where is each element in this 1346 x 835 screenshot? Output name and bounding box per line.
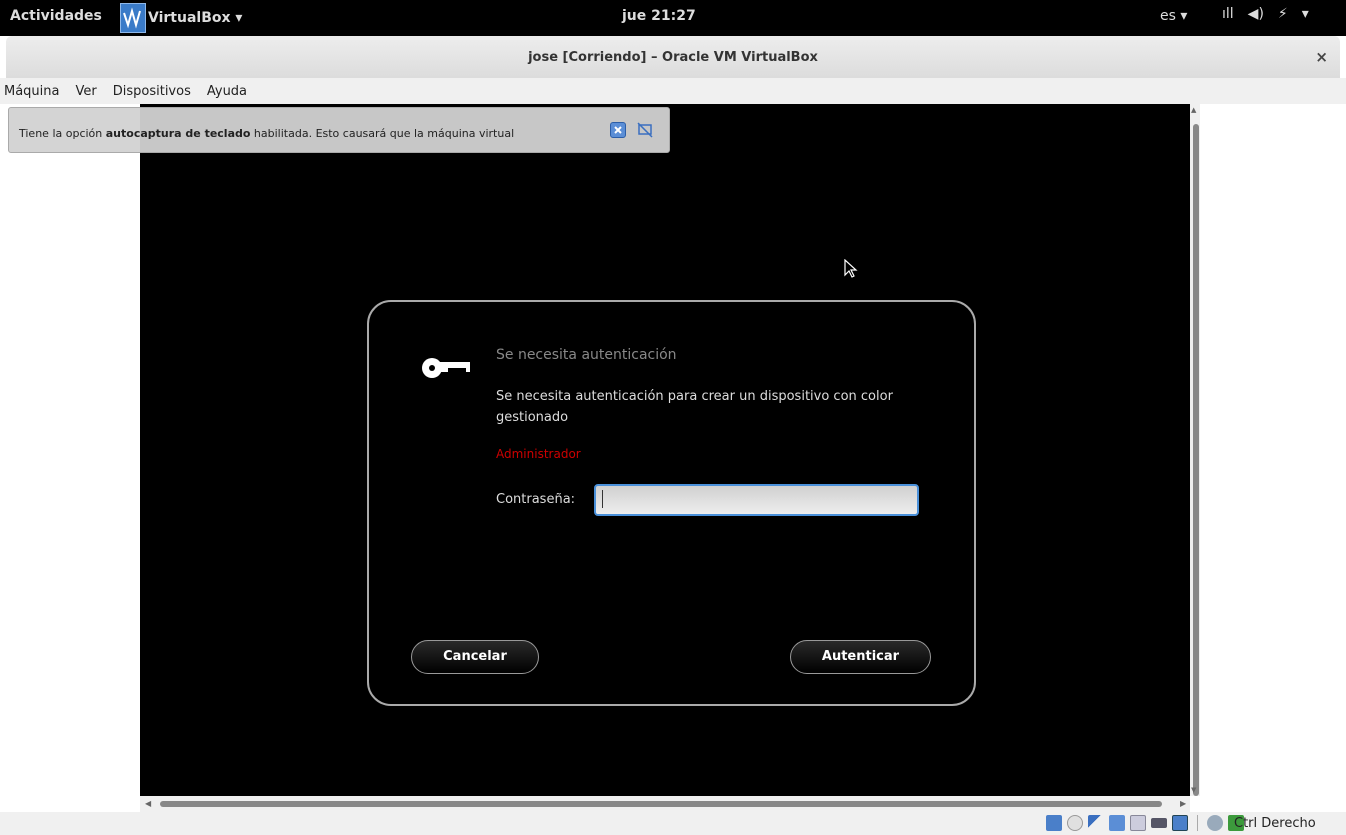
optical-drive-icon[interactable]: [1067, 815, 1083, 831]
video-capture-icon[interactable]: [1172, 815, 1188, 831]
app-menu-label: VirtualBox ▾: [148, 10, 243, 26]
password-field[interactable]: [594, 484, 919, 516]
display-icon[interactable]: [1130, 815, 1146, 831]
menu-dispositivos[interactable]: Dispositivos: [113, 84, 191, 99]
mouse-integration-icon[interactable]: [1207, 815, 1223, 831]
notice-text-before: Tiene la opción: [19, 127, 106, 140]
text-caret: [602, 490, 603, 508]
signal-icon[interactable]: ıll: [1222, 6, 1234, 22]
window-title: jose [Corriendo] – Oracle VM VirtualBox: [528, 50, 818, 65]
notice-text-after: habilitada. Esto causará que la máquina …: [250, 127, 515, 140]
scroll-up-arrow-icon[interactable]: ▲: [1191, 106, 1196, 114]
gnome-top-bar: Actividades VirtualBox ▾ jue 21:27 es ▾ …: [0, 0, 1346, 36]
vertical-scrollbar[interactable]: ▲ ▼: [1190, 104, 1200, 796]
status-divider: [1197, 815, 1198, 831]
close-notice-icon[interactable]: [610, 122, 626, 138]
system-tray[interactable]: ıll ◀) ⚡ ▾: [1222, 6, 1309, 22]
vertical-scroll-thumb[interactable]: [1193, 124, 1199, 796]
authenticate-button[interactable]: Autenticar: [790, 640, 931, 674]
clock[interactable]: jue 21:27: [622, 8, 696, 24]
usb-icon[interactable]: [1088, 815, 1104, 831]
dialog-message: Se necesita autenticación para crear un …: [496, 389, 893, 425]
menu-maquina[interactable]: Máquina: [4, 84, 60, 99]
cancel-button[interactable]: Cancelar: [411, 640, 539, 674]
mouse-pointer-icon: [844, 258, 858, 283]
battery-icon[interactable]: ⚡: [1278, 6, 1288, 22]
host-key-label: Ctrl Derecho: [1234, 816, 1316, 831]
horizontal-scroll-thumb[interactable]: [160, 801, 1162, 807]
dropdown-icon[interactable]: ▾: [1302, 6, 1309, 22]
keyboard-capture-notice: Tiene la opción autocaptura de teclado h…: [8, 107, 670, 153]
menu-ayuda[interactable]: Ayuda: [207, 84, 247, 99]
menubar: Máquina Ver Dispositivos Ayuda: [0, 78, 1346, 104]
password-label: Contraseña:: [496, 492, 576, 507]
window-titlebar[interactable]: jose [Corriendo] – Oracle VM VirtualBox …: [6, 36, 1340, 78]
scroll-left-arrow-icon[interactable]: ◀: [145, 799, 151, 808]
dialog-user: Administrador: [496, 447, 581, 461]
close-icon[interactable]: ×: [1315, 48, 1328, 66]
do-not-show-again-icon[interactable]: [637, 122, 653, 138]
dialog-title: Se necesita autenticación: [496, 347, 677, 363]
shared-folders-icon[interactable]: [1109, 815, 1125, 831]
notice-text-bold: autocaptura de teclado: [105, 127, 251, 140]
menu-ver[interactable]: Ver: [76, 84, 97, 99]
volume-icon[interactable]: ◀): [1248, 6, 1264, 22]
scroll-right-arrow-icon[interactable]: ▶: [1180, 799, 1186, 808]
scroll-down-arrow-icon[interactable]: ▼: [1191, 786, 1196, 794]
network-icon[interactable]: [1151, 818, 1167, 828]
app-menu-button[interactable]: VirtualBox ▾: [120, 2, 242, 34]
activities-button[interactable]: Actividades: [10, 8, 102, 24]
statusbar: Ctrl Derecho: [0, 812, 1346, 835]
keyboard-layout-indicator[interactable]: es ▾: [1160, 8, 1187, 24]
device-icons: [1046, 815, 1244, 831]
key-icon: [420, 355, 472, 385]
horizontal-scrollbar[interactable]: ◀ ▶: [140, 796, 1190, 812]
hard-disk-icon[interactable]: [1046, 815, 1062, 831]
virtualbox-logo-icon: [120, 3, 146, 33]
